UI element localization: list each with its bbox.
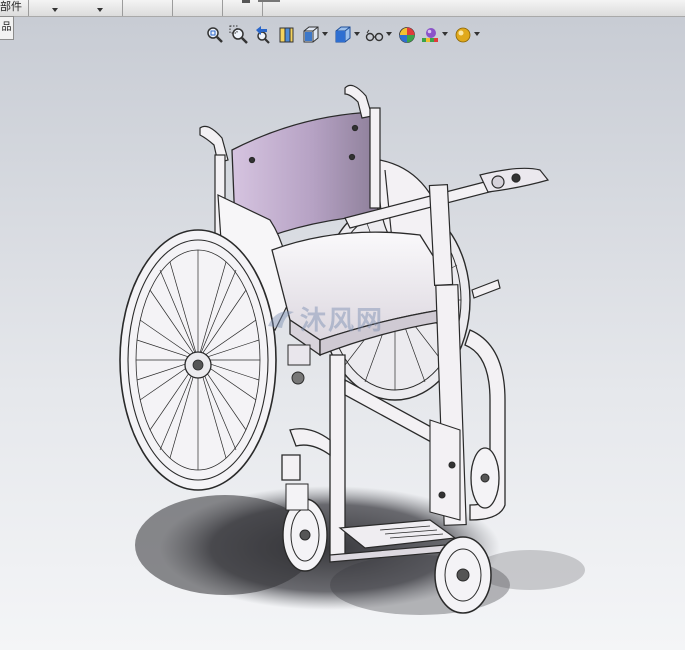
part-dropdown-caret-icon[interactable] [52, 8, 58, 12]
side-frame-bracket [429, 419, 461, 521]
command-toolbar: 部件 [0, 0, 685, 17]
drive-wheel [434, 536, 492, 614]
toolbar-separator [172, 0, 173, 16]
toolbar-separator [122, 0, 123, 16]
part-tab-label[interactable]: 部件 [0, 0, 22, 16]
watermark-text: 沐风网 [300, 306, 385, 336]
rear-left-wheel [119, 229, 277, 491]
toolbar-separator [28, 0, 29, 16]
front-right-caster [470, 447, 500, 509]
toolbar-clipped-icons [242, 0, 280, 3]
hand-brake [287, 344, 311, 385]
toolbar-dropdown-caret-icon[interactable] [97, 8, 103, 12]
floor-shadow [135, 486, 585, 615]
toolbar-separator [222, 0, 223, 16]
watermark-logo-icon [268, 311, 294, 328]
